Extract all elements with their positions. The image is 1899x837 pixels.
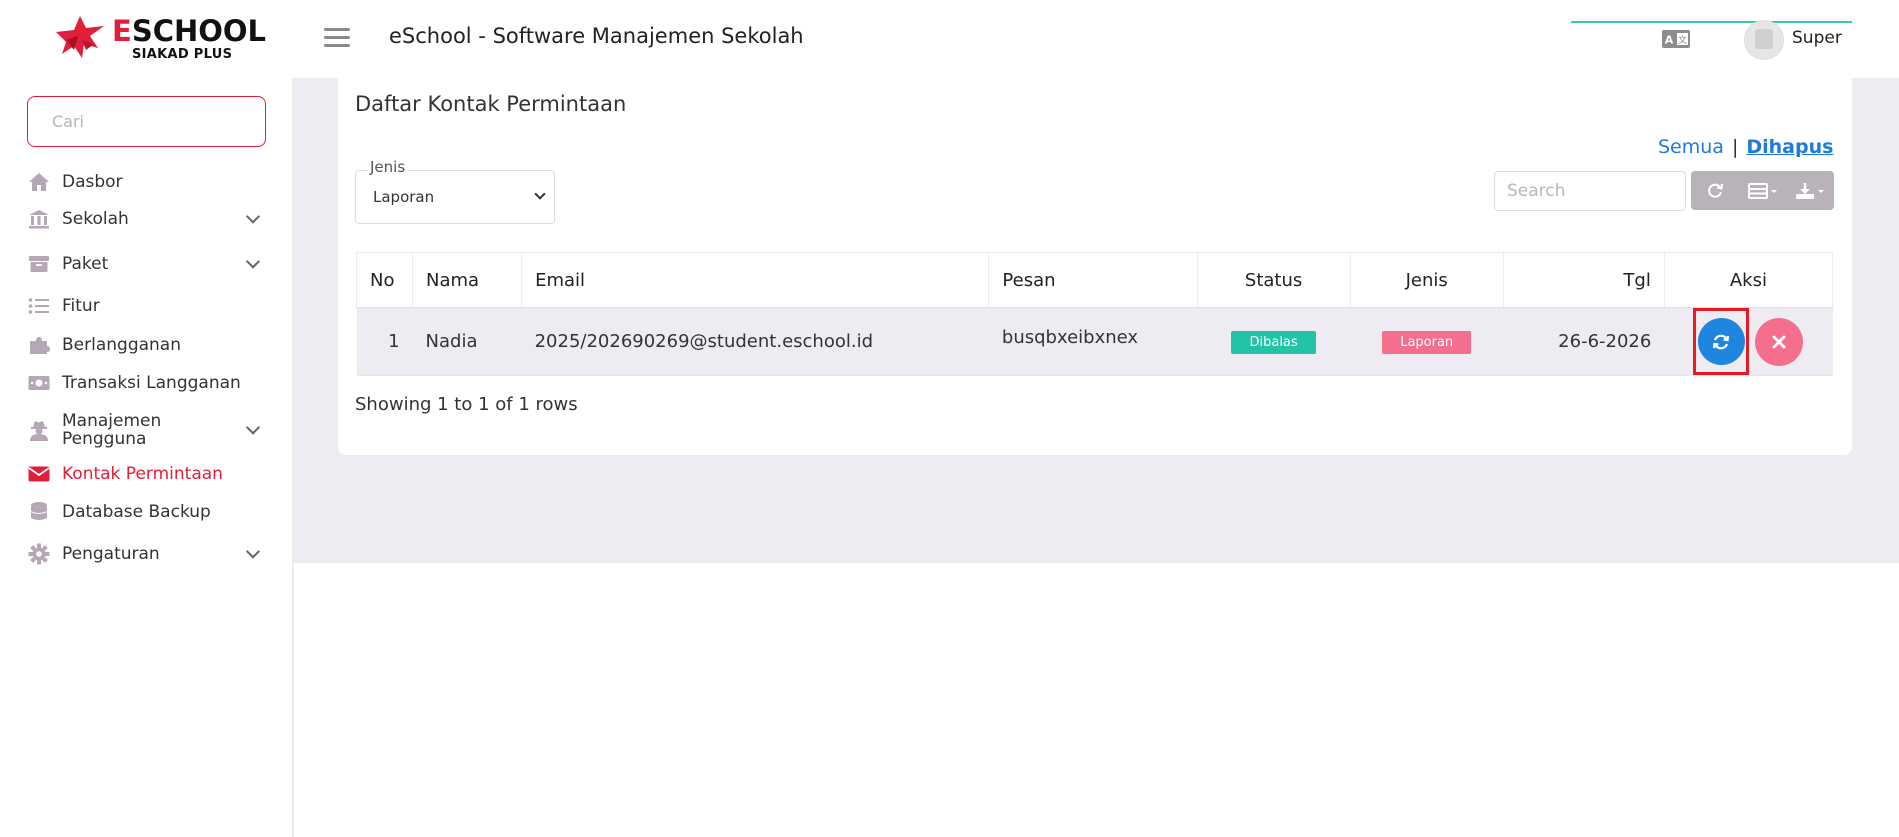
- user-name[interactable]: Super: [1792, 28, 1842, 48]
- logo-text: ESCHOOL: [112, 14, 267, 48]
- refresh-icon: [1713, 334, 1730, 349]
- contact-requests-table: No Nama Email Pesan Status Jenis Tgl Aks…: [355, 252, 1834, 376]
- row-actions: [1677, 308, 1819, 375]
- sidebar: Dasbor Sekolah Paket Fitur: [0, 78, 294, 837]
- refresh-button[interactable]: [1691, 171, 1739, 210]
- col-header-status[interactable]: Status: [1196, 252, 1351, 308]
- logo-mark-icon: [56, 16, 104, 58]
- filter-separator: |: [1731, 136, 1739, 158]
- status-badge: Dibalas: [1231, 330, 1316, 354]
- restore-button[interactable]: [1697, 318, 1745, 365]
- user-secret-icon: [28, 419, 50, 441]
- envelope-icon: [28, 463, 50, 485]
- sidebar-item-label-line2: Pengguna: [62, 429, 147, 449]
- school-icon: [28, 208, 50, 230]
- header-accent-line: [1571, 21, 1852, 23]
- jenis-select-value: Laporan: [373, 188, 435, 206]
- table-search-input[interactable]: [1494, 171, 1686, 211]
- sidebar-item-dasbor[interactable]: Dasbor: [0, 166, 123, 198]
- money-icon: [28, 372, 50, 394]
- col-header-email[interactable]: Email: [521, 252, 990, 308]
- app-title: eSchool - Software Manajemen Sekolah: [389, 24, 804, 48]
- table-columns-icon: [1747, 182, 1777, 199]
- refresh-icon: [1707, 183, 1723, 198]
- chevron-down-icon: [245, 420, 261, 435]
- cell-pesan-text: busqbxeibxnex: [1001, 327, 1139, 348]
- table-header-row: No Nama Email Pesan Status Jenis Tgl Aks…: [355, 252, 1834, 308]
- home-icon: [28, 171, 50, 193]
- cell-no: 1: [356, 307, 413, 376]
- chevron-down-icon: [245, 209, 261, 224]
- cell-aksi: [1664, 307, 1833, 376]
- svg-text:A: A: [1665, 34, 1674, 47]
- jenis-badge: Laporan: [1382, 330, 1472, 354]
- chevron-down-icon: [245, 544, 261, 559]
- jenis-select-label: Jenis: [367, 158, 409, 176]
- cell-nama: Nadia: [412, 307, 522, 376]
- sidebar-item-transaksi-langganan[interactable]: Transaksi Langganan: [0, 367, 241, 399]
- col-header-no[interactable]: No: [355, 252, 414, 308]
- menu-toggle-icon[interactable]: [324, 28, 350, 48]
- delete-button[interactable]: [1755, 317, 1804, 366]
- logo-subtitle: SIAKAD PLUS: [132, 47, 233, 62]
- col-header-pesan[interactable]: Pesan: [988, 252, 1198, 308]
- cell-email: 2025/202690269@student.eschool.id: [521, 307, 989, 376]
- sidebar-search-input[interactable]: [27, 96, 266, 147]
- chevron-down-icon: [245, 254, 261, 269]
- filter-links: Semua | Dihapus: [1658, 136, 1833, 158]
- filter-deleted-link[interactable]: Dihapus: [1746, 136, 1833, 158]
- sidebar-item-paket[interactable]: Paket: [0, 248, 294, 280]
- columns-toggle-button[interactable]: [1739, 171, 1787, 210]
- cell-status: Dibalas: [1197, 307, 1351, 376]
- sidebar-item-fitur[interactable]: Fitur: [0, 290, 100, 322]
- pagination-info: Showing 1 to 1 of 1 rows: [355, 394, 578, 415]
- list-icon: [28, 295, 50, 317]
- top-header: ESCHOOL SIAKAD PLUS eSchool - Software M…: [0, 0, 1899, 78]
- database-icon: [28, 501, 50, 523]
- export-button[interactable]: [1786, 171, 1834, 210]
- sidebar-item-manajemen-pengguna[interactable]: Manajemen Pengguna: [0, 409, 294, 451]
- cell-tgl: 26-6-2026: [1503, 307, 1665, 376]
- highlight-frame: [1693, 308, 1750, 375]
- sidebar-item-database-backup[interactable]: Database Backup: [0, 496, 211, 528]
- sidebar-item-berlangganan[interactable]: Berlangganan: [0, 329, 181, 361]
- svg-text:文: 文: [1678, 34, 1687, 46]
- package-icon: [28, 253, 50, 275]
- sidebar-item-label: Manajemen: [62, 411, 162, 431]
- download-icon: [1796, 182, 1825, 199]
- sidebar-item-sekolah[interactable]: Sekolah: [0, 203, 294, 235]
- table-row: 1 Nadia 2025/202690269@student.eschool.i…: [356, 307, 1833, 376]
- col-header-aksi: Aksi: [1663, 252, 1834, 308]
- filter-all-link[interactable]: Semua: [1658, 136, 1724, 158]
- language-icon[interactable]: A 文: [1662, 30, 1690, 48]
- col-header-nama[interactable]: Nama: [412, 252, 523, 308]
- sidebar-item-pengaturan[interactable]: Pengaturan: [0, 538, 294, 570]
- logo[interactable]: ESCHOOL SIAKAD PLUS: [52, 12, 266, 64]
- cell-jenis: Laporan: [1350, 307, 1504, 376]
- gear-icon: [28, 543, 50, 565]
- cell-pesan: busqbxeibxnex: [988, 307, 1198, 376]
- page-title: Daftar Kontak Permintaan: [355, 92, 627, 116]
- col-header-tgl[interactable]: Tgl: [1502, 252, 1665, 308]
- table-toolbar: [1691, 171, 1834, 210]
- close-icon: [1773, 335, 1786, 348]
- sidebar-item-kontak-permintaan[interactable]: Kontak Permintaan: [0, 458, 223, 490]
- col-header-jenis[interactable]: Jenis: [1349, 252, 1504, 308]
- puzzle-icon: [28, 334, 50, 356]
- avatar[interactable]: [1744, 20, 1784, 60]
